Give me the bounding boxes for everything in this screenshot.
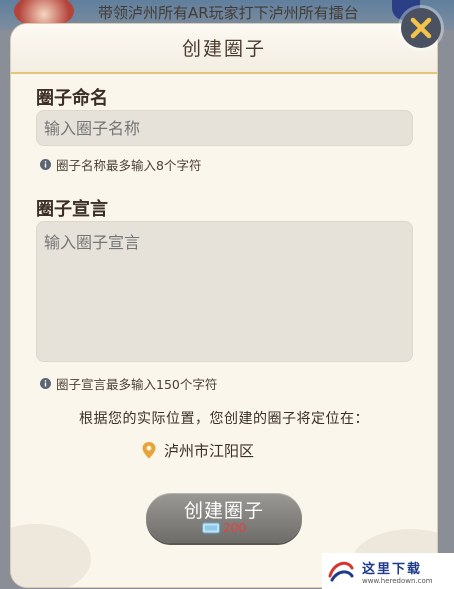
declaration-label: 圈子宣言: [36, 199, 108, 220]
info-icon: [40, 378, 51, 389]
dialog-title: 创建圈子: [181, 38, 266, 60]
location-row: 泸州市江阳区: [142, 440, 254, 461]
name-hint-text: 圈子名称最多输入8个字符: [56, 158, 202, 173]
ticket-icon: [202, 522, 221, 534]
watermark-logo-icon: [328, 561, 354, 582]
dialog-header: 创建圈子: [11, 24, 437, 74]
info-icon: [40, 159, 51, 170]
location-notice: 根据您的实际位置，您创建的圈子将定位在：: [79, 411, 369, 427]
location-pin-icon: [142, 442, 156, 459]
close-icon: [410, 17, 432, 39]
circle-declaration-input[interactable]: [36, 221, 413, 362]
declaration-hint-text: 圈子宣言最多输入150个字符: [56, 377, 218, 392]
location-value: 泸州市江阳区: [164, 442, 255, 460]
watermark-url: www.heredown.com: [362, 576, 433, 585]
watermark: 这里下载 www.heredown.com: [322, 553, 454, 589]
cost-row: 200: [146, 521, 302, 535]
cost-value: 200: [223, 521, 246, 535]
name-label: 圈子命名: [36, 88, 108, 109]
cloud-decoration: [11, 524, 91, 587]
circle-name-input[interactable]: [36, 110, 413, 146]
background-banner-text: 带领泸州所有AR玩家打下泸州所有擂台: [98, 4, 359, 22]
close-button[interactable]: [401, 8, 441, 48]
name-hint: 圈子名称最多输入8个字符: [40, 155, 201, 174]
create-circle-button[interactable]: 创建圈子 200: [146, 493, 302, 543]
declaration-hint: 圈子宣言最多输入150个字符: [40, 374, 217, 393]
create-button-label: 创建圈子: [183, 500, 264, 522]
watermark-text: 这里下载: [362, 561, 423, 577]
